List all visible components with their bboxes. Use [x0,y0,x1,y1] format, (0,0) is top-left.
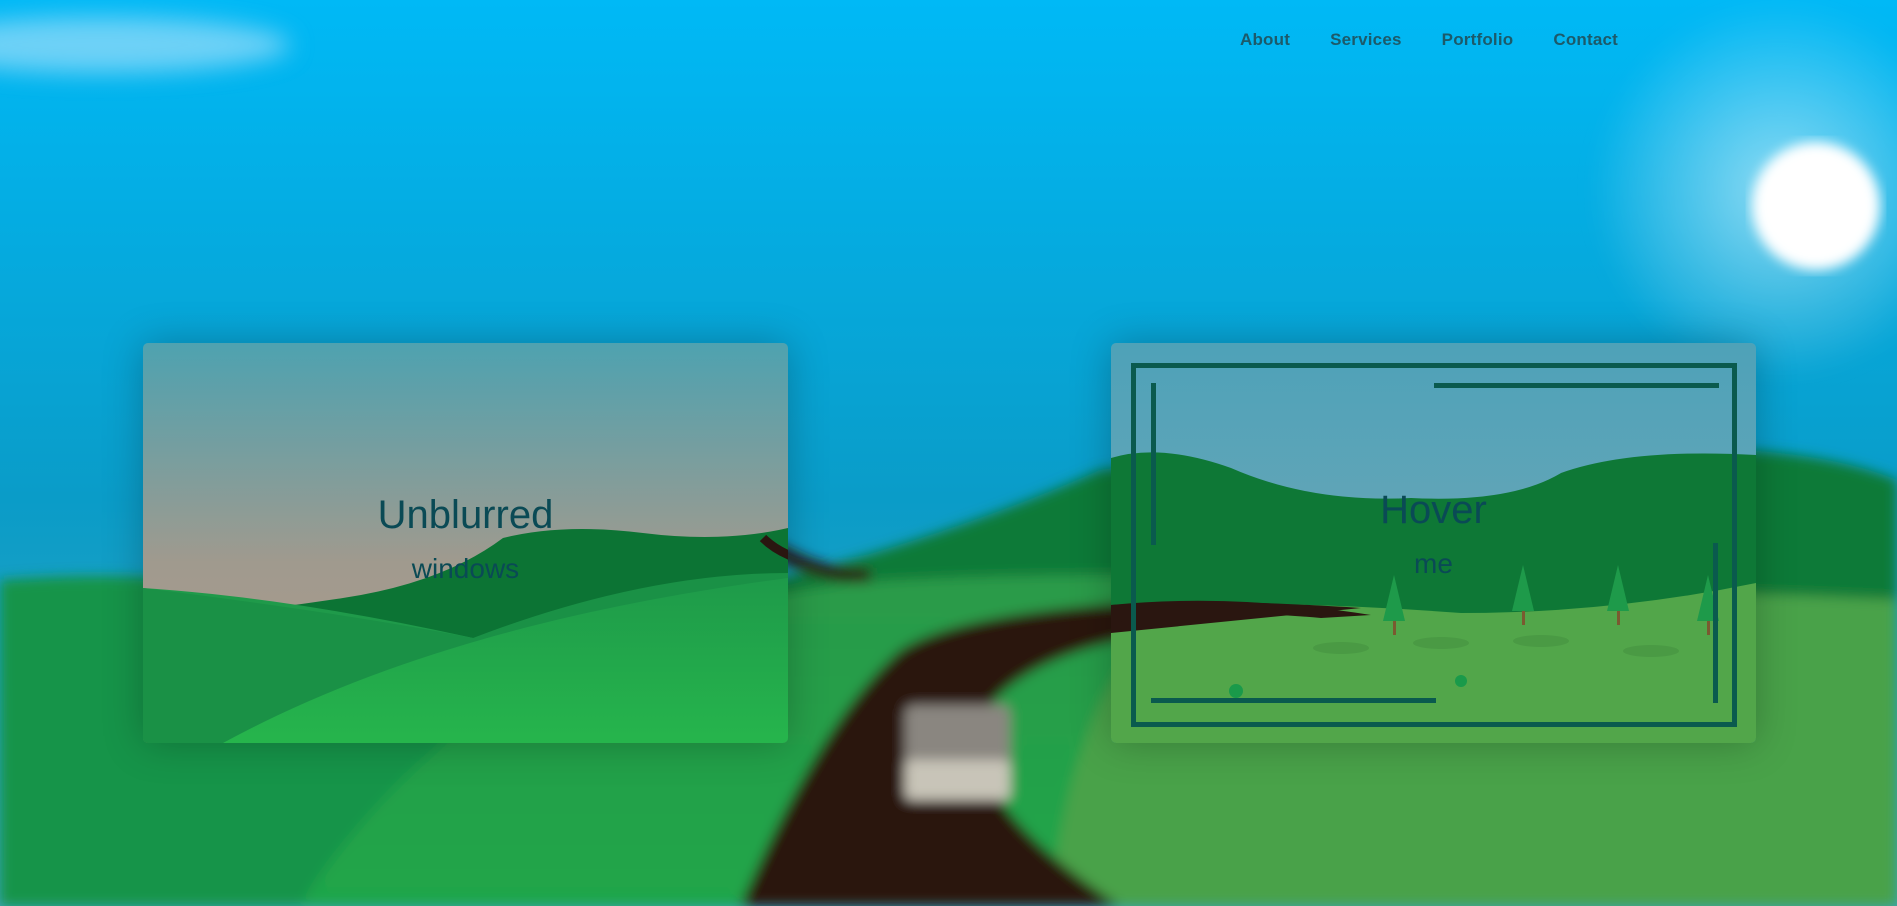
nav-link-portfolio[interactable]: Portfolio [1442,30,1514,50]
nav-link-about[interactable]: About [1240,30,1290,50]
card-subtitle: me [1414,548,1453,579]
card-title: Hover [1380,488,1487,532]
nav-link-contact[interactable]: Contact [1553,30,1618,50]
card-title: Unblurred [377,493,554,537]
hover-card[interactable]: Hover me [1111,343,1756,743]
unblurred-card[interactable]: Unblurred windows [143,343,788,743]
top-nav: About Services Portfolio Contact [1240,30,1658,50]
nav-link-services[interactable]: Services [1330,30,1402,50]
card-landscape [143,343,788,743]
hover-frame [1131,363,1737,727]
frame-accent-top [1434,383,1719,388]
frame-accent-bottom [1151,698,1436,703]
card-subtitle: windows [411,553,520,584]
